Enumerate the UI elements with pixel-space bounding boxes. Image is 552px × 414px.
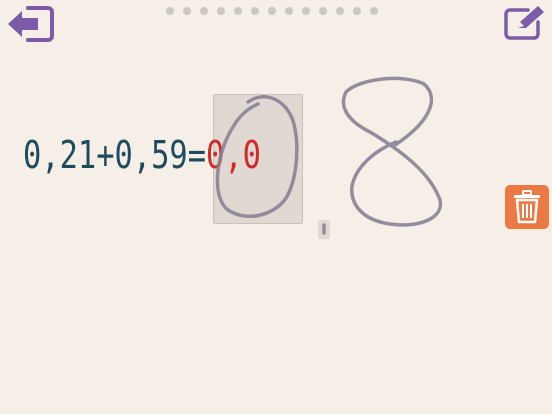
progress-dot	[370, 7, 378, 15]
edit-button[interactable]	[502, 4, 548, 42]
pencil-square-icon	[504, 6, 544, 40]
progress-dot	[200, 7, 208, 15]
progress-dot	[234, 7, 242, 15]
progress-dot	[166, 7, 174, 15]
equation-expression: 0,21+0,59=	[23, 133, 207, 177]
comma-input-cell[interactable]	[318, 220, 330, 239]
progress-dot	[251, 7, 259, 15]
equation: 0,21+0,59=0,0	[23, 133, 261, 177]
back-button[interactable]	[6, 4, 54, 44]
progress-dot	[302, 7, 310, 15]
trash-icon	[514, 190, 540, 224]
progress-dot	[285, 7, 293, 15]
exit-arrow-icon	[8, 6, 54, 42]
progress-dots	[166, 7, 378, 15]
handwritten-eight	[341, 76, 443, 227]
answer-typed: 0,0	[206, 133, 261, 177]
progress-dot	[319, 7, 327, 15]
clear-button[interactable]	[505, 185, 549, 229]
progress-dot	[353, 7, 361, 15]
progress-dot	[217, 7, 225, 15]
progress-dot	[183, 7, 191, 15]
progress-dot	[268, 7, 276, 15]
progress-dot	[336, 7, 344, 15]
